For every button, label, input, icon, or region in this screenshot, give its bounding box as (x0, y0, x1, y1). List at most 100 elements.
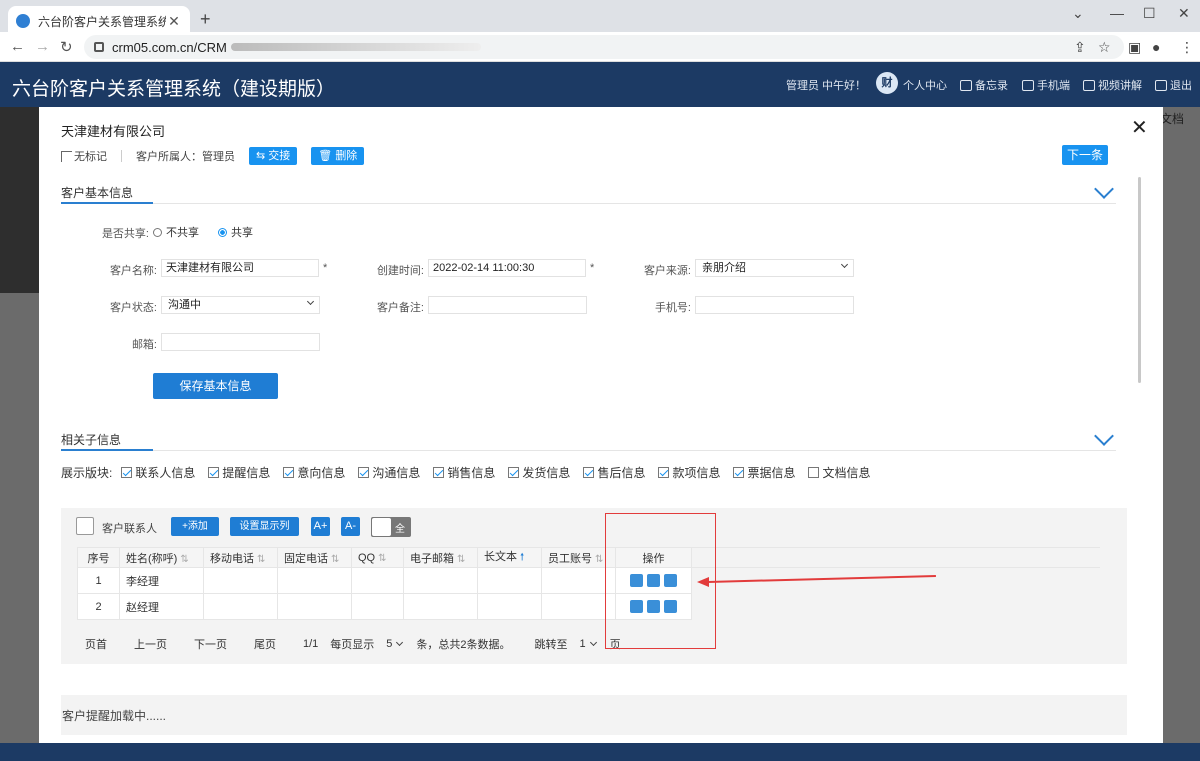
close-modal-icon[interactable]: ✕ (1131, 115, 1148, 140)
back-icon[interactable]: ← (10, 38, 25, 55)
customer-name-input[interactable]: 天津建材有限公司 (161, 259, 319, 277)
avatar[interactable]: 财 (876, 72, 898, 94)
checkbox[interactable] (733, 467, 745, 478)
forward-icon[interactable]: → (35, 38, 50, 55)
checkbox[interactable] (283, 467, 295, 478)
font-increase-button[interactable]: A+ (311, 517, 330, 536)
nav-video[interactable]: 视频讲解 (1083, 77, 1142, 93)
nav-personal-center[interactable]: 个人中心 (903, 77, 947, 93)
modules-label: 展示版块: (61, 466, 113, 480)
nav-mobile[interactable]: 手机端 (1022, 77, 1070, 93)
maximize-icon[interactable]: ☐ (1143, 5, 1156, 22)
per-page-label: 每页显示 (330, 639, 375, 651)
col-header-longtext[interactable]: 长文本 🠕 (477, 547, 542, 568)
source-select[interactable]: 亲朋介绍 (695, 259, 854, 277)
show-all-toggle[interactable]: 全 (371, 517, 411, 537)
checkbox[interactable] (808, 467, 820, 478)
minimize-icon[interactable]: — (1110, 5, 1124, 21)
status-select[interactable]: 沟通中 (161, 296, 320, 314)
checkbox[interactable] (358, 467, 370, 478)
module-after-sales[interactable]: 售后信息 (583, 464, 645, 481)
cell-qq (351, 593, 404, 620)
toggle-knob (372, 518, 391, 536)
set-columns-button[interactable]: 设置显示列 (230, 517, 299, 536)
nav-logout[interactable]: 退出 (1155, 77, 1192, 93)
page-last-link[interactable]: 尾页 (254, 636, 276, 652)
radio-no-share[interactable] (153, 228, 162, 237)
new-tab-icon[interactable]: + (200, 9, 211, 30)
checkbox[interactable] (433, 467, 445, 478)
module-invoices[interactable]: 票据信息 (733, 464, 795, 481)
checkbox[interactable] (658, 467, 670, 478)
close-window-icon[interactable]: ✕ (1178, 5, 1190, 22)
col-header-mobile[interactable]: 移动电话 ⇅ (203, 547, 278, 568)
share-option-no[interactable]: 不共享 (153, 224, 199, 240)
col-header-name[interactable]: 姓名(称呼) ⇅ (119, 547, 204, 568)
module-intentions[interactable]: 意向信息 (283, 464, 345, 481)
checkbox[interactable] (121, 467, 133, 478)
module-payments[interactable]: 款项信息 (658, 464, 720, 481)
chevron-down-icon (840, 260, 849, 269)
phone-input[interactable] (695, 296, 854, 314)
nav-memo[interactable]: 备忘录 (960, 77, 1008, 93)
email-input[interactable] (161, 333, 320, 351)
font-decrease-button[interactable]: A- (341, 517, 360, 536)
delete-button[interactable]: 🗑 删除 (311, 147, 365, 165)
close-tab-icon[interactable]: ✕ (166, 13, 182, 30)
contact-card-icon (76, 517, 94, 535)
created-time-input[interactable]: 2022-02-14 11:00:30 (428, 259, 586, 277)
background-doc-text: 文档 (1160, 112, 1185, 126)
sort-icon: ⇅ (331, 553, 340, 565)
owner-label: 客户所属人： (136, 151, 202, 163)
handover-button[interactable]: ⇆ 交接 (249, 147, 298, 165)
page-next-link[interactable]: 下一页 (194, 636, 227, 652)
url-text: crm05.com.cn/CRM (112, 39, 227, 55)
table-row[interactable]: 1 李经理 (77, 567, 1100, 594)
next-record-button[interactable]: 下一条 (1062, 145, 1108, 165)
radio-share[interactable] (218, 228, 227, 237)
name-label: 客户名称: (109, 265, 157, 277)
table-header-row: 序号 姓名(称呼) ⇅ 移动电话 ⇅ 固定电话 ⇅ QQ ⇅ 电子邮箱 ⇅ 长文本 🠕 员工… (77, 547, 1100, 568)
col-header-email[interactable]: 电子邮箱 ⇅ (403, 547, 478, 568)
per-page-select[interactable]: 5 (386, 638, 404, 650)
mobile-icon (1022, 79, 1034, 91)
remark-input[interactable] (428, 296, 587, 314)
jump-page-select[interactable]: 1 (580, 638, 598, 650)
profile-icon[interactable]: ● (1152, 39, 1160, 55)
bookmark-star-icon[interactable]: ☆ (1098, 39, 1111, 56)
tab-search-icon[interactable]: ⌄ (1072, 5, 1084, 22)
browser-tab-bar: 六台阶客户关系管理系统（建设期 ✕ + ⌄ — ☐ ✕ (0, 0, 1200, 36)
module-reminders[interactable]: 提醒信息 (208, 464, 270, 481)
module-contacts[interactable]: 联系人信息 (121, 464, 195, 481)
page-first-link[interactable]: 页首 (85, 636, 107, 652)
cell-no: 1 (77, 567, 120, 594)
page-prev-link[interactable]: 上一页 (134, 636, 167, 652)
collapse-basic-chevron-icon[interactable] (1094, 179, 1114, 199)
save-basic-info-button[interactable]: 保存基本信息 (153, 373, 278, 399)
collapse-related-chevron-icon[interactable] (1094, 426, 1114, 446)
col-header-qq[interactable]: QQ ⇅ (351, 547, 404, 568)
checkbox[interactable] (508, 467, 520, 478)
modal-scrollbar[interactable] (1138, 177, 1141, 383)
flag-icon[interactable] (61, 150, 72, 162)
menu-kebab-icon[interactable]: ⋮ (1180, 39, 1194, 56)
url-input[interactable]: crm05.com.cn/CRM (84, 35, 1124, 59)
checkbox[interactable] (208, 467, 220, 478)
add-contact-button[interactable]: +添加 (171, 517, 219, 536)
module-documents[interactable]: 文档信息 (808, 464, 871, 481)
checkbox[interactable] (583, 467, 595, 478)
mark-label[interactable]: 无标记 (74, 148, 107, 164)
module-sales[interactable]: 销售信息 (433, 464, 495, 481)
module-communication[interactable]: 沟通信息 (358, 464, 420, 481)
contacts-title: 客户联系人 (102, 523, 157, 535)
col-header-landline[interactable]: 固定电话 ⇅ (277, 547, 352, 568)
site-favicon-icon (16, 14, 30, 28)
module-shipping[interactable]: 发货信息 (508, 464, 570, 481)
reload-icon[interactable]: ↻ (60, 38, 73, 56)
share-icon[interactable]: ⇪ (1074, 39, 1086, 56)
side-panel-icon[interactable]: ▣ (1128, 39, 1141, 56)
share-option-yes[interactable]: 共享 (218, 224, 253, 240)
reminder-loading-text: 客户提醒加载中...... (61, 695, 1127, 735)
required-mark: * (590, 262, 595, 274)
table-row[interactable]: 2 赵经理 (77, 593, 1100, 620)
